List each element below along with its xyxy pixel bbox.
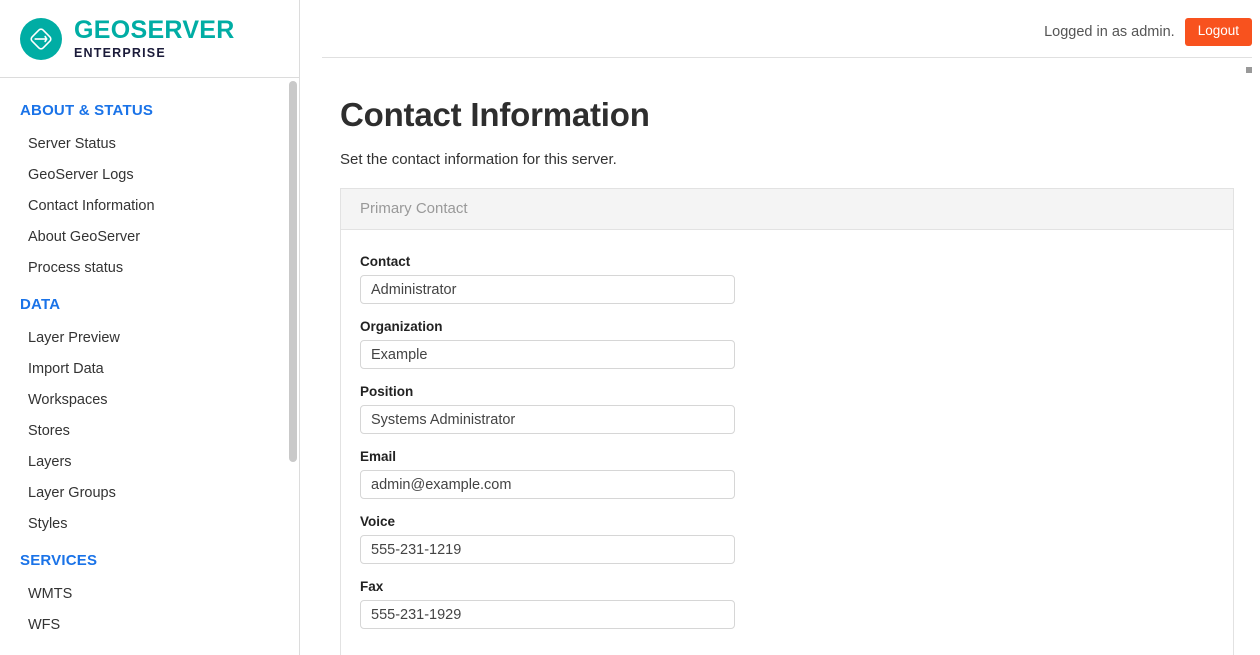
voice-input[interactable] (360, 535, 735, 564)
sidebar-section-data: DATA (20, 296, 61, 313)
organization-input[interactable] (360, 340, 735, 369)
brand-title: GEOSERVER (74, 15, 235, 44)
position-input[interactable] (360, 405, 735, 434)
brand-subtitle: ENTERPRISE (74, 45, 166, 60)
logout-button[interactable]: Logout (1184, 18, 1252, 46)
brand-text: GEOSERVER ENTERPRISE (74, 15, 235, 60)
email-input[interactable] (360, 470, 735, 499)
sidebar-section-services: SERVICES (20, 552, 98, 569)
label-fax: Fax (360, 579, 384, 594)
field-fax: Fax (360, 579, 1233, 629)
fax-input[interactable] (360, 600, 735, 629)
page-subtitle: Set the contact information for this ser… (340, 151, 617, 168)
contact-input[interactable] (360, 275, 735, 304)
main-content: Contact Information Set the contact info… (300, 58, 1260, 655)
sidebar: GEOSERVER ENTERPRISE ABOUT & STATUS Serv… (0, 0, 300, 655)
brand-header[interactable]: GEOSERVER ENTERPRISE (0, 0, 299, 78)
sidebar-scrollbar-thumb[interactable] (289, 81, 297, 462)
label-email: Email (360, 449, 397, 464)
field-position: Position (360, 384, 1233, 434)
label-organization: Organization (360, 319, 443, 334)
sidebar-nav: ABOUT & STATUS Server Status GeoServer L… (0, 78, 299, 641)
label-position: Position (360, 384, 414, 399)
sidebar-item-import-data[interactable]: Import Data (0, 354, 299, 385)
user-session-area: Logged in as admin. Logout (1044, 18, 1252, 46)
sidebar-item-wfs[interactable]: WFS (0, 610, 299, 641)
sidebar-item-server-status[interactable]: Server Status (0, 129, 299, 160)
sidebar-section-about-status: ABOUT & STATUS (20, 102, 154, 119)
geoserver-admin-page: GEOSERVER ENTERPRISE ABOUT & STATUS Serv… (0, 0, 1260, 655)
sidebar-item-layers[interactable]: Layers (0, 447, 299, 478)
sidebar-item-wmts[interactable]: WMTS (0, 579, 299, 610)
field-contact: Contact (360, 254, 1233, 304)
sidebar-item-about-geoserver[interactable]: About GeoServer (0, 222, 299, 253)
sidebar-item-contact-information[interactable]: Contact Information (0, 191, 299, 222)
contact-form: Contact Organization Position Email Voic (341, 230, 1233, 655)
sidebar-item-geoserver-logs[interactable]: GeoServer Logs (0, 160, 299, 191)
sidebar-item-workspaces[interactable]: Workspaces (0, 385, 299, 416)
field-organization: Organization (360, 319, 1233, 369)
field-voice: Voice (360, 514, 1233, 564)
sidebar-item-layer-preview[interactable]: Layer Preview (0, 323, 299, 354)
sidebar-item-styles[interactable]: Styles (0, 509, 299, 540)
login-status-text: Logged in as admin. (1044, 23, 1175, 40)
primary-contact-panel: Primary Contact Contact Organization Pos… (340, 188, 1234, 655)
geoserver-diamond-icon (20, 17, 62, 60)
field-email: Email (360, 449, 1233, 499)
top-bar: Logged in as admin. Logout (300, 0, 1260, 58)
sidebar-item-stores[interactable]: Stores (0, 416, 299, 447)
label-contact: Contact (360, 254, 411, 269)
label-voice: Voice (360, 514, 396, 529)
sidebar-item-process-status[interactable]: Process status (0, 253, 299, 284)
sidebar-item-layer-groups[interactable]: Layer Groups (0, 478, 299, 509)
primary-contact-legend: Primary Contact (341, 189, 1233, 230)
page-title: Contact Information (340, 96, 650, 133)
